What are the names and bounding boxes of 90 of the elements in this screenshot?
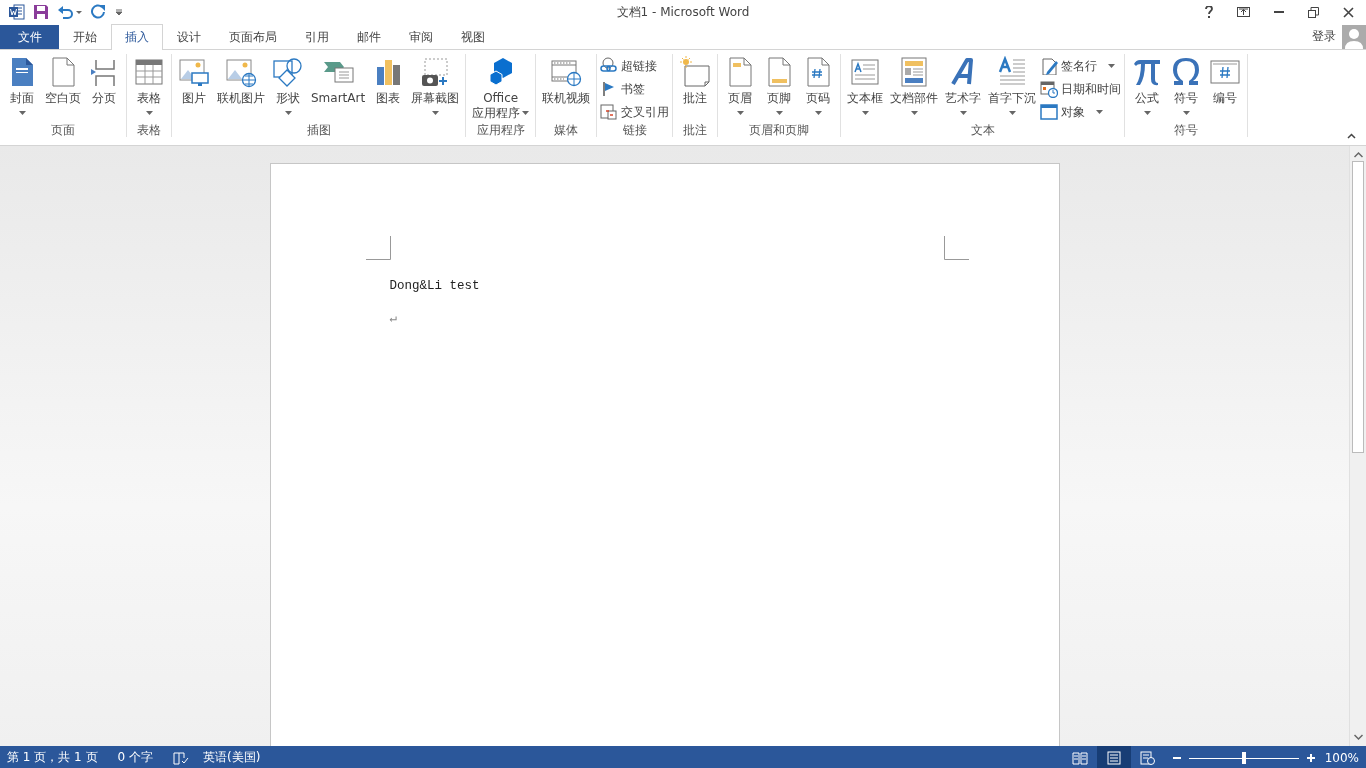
group-label: 应用程序 — [475, 123, 526, 137]
ribbon-tab[interactable]: 邮件 — [343, 25, 395, 49]
ribbon-button[interactable]: 对象 — [1040, 103, 1122, 121]
ribbon-button[interactable]: 联机视频 — [539, 54, 594, 123]
zoom-slider-thumb[interactable] — [1241, 751, 1246, 764]
restore-icon[interactable] — [1308, 6, 1319, 18]
word-logo-icon — [9, 4, 25, 20]
undo-icon[interactable] — [57, 4, 83, 20]
ribbon-tab[interactable]: 插入 — [111, 24, 163, 50]
ribbon-button[interactable]: 文本框 — [844, 54, 887, 123]
proofing-icon[interactable] — [173, 750, 189, 765]
ribbon-button[interactable]: 形状 — [269, 54, 307, 123]
view-button[interactable] — [1096, 746, 1131, 768]
group-label: 链接 — [621, 123, 648, 137]
save-icon[interactable] — [33, 4, 49, 20]
group-label: 文本 — [969, 123, 996, 137]
page-count[interactable]: 第 1 页，共 1 页 — [7, 749, 98, 766]
group-label: 插图 — [305, 123, 332, 137]
signature-line-icon — [1040, 57, 1059, 75]
ribbon-button[interactable]: 屏幕截图 — [408, 54, 463, 123]
window-title: 文档1 - Microsoft Word — [616, 5, 750, 19]
ribbon-button[interactable]: Office 应用程序 — [469, 54, 533, 123]
document-text: Dong&Li test — [389, 279, 480, 293]
ribbon-button[interactable]: SmartArt — [308, 54, 369, 123]
ribbon-button[interactable]: 表格 — [130, 54, 168, 123]
link-icon — [600, 57, 619, 75]
text-box-icon — [849, 56, 882, 88]
redo-icon[interactable] — [91, 4, 107, 20]
ribbon-button[interactable]: 封面 — [3, 54, 41, 123]
ribbon-button[interactable]: 艺术字 — [942, 54, 985, 123]
calendar-clock-icon — [1040, 80, 1059, 98]
scroll-thumb[interactable] — [1352, 161, 1364, 453]
ribbon-tab[interactable]: 视图 — [447, 25, 499, 49]
page-layout-icon — [1105, 750, 1122, 765]
ribbon-button[interactable]: 编号 — [1206, 54, 1245, 123]
ribbon-button[interactable]: 空白页 — [42, 54, 84, 123]
ribbon-button[interactable]: 超链接 — [600, 57, 670, 75]
ribbon-button[interactable]: 页眉 — [721, 54, 760, 123]
group-label: 页面 — [50, 123, 76, 137]
ribbon-tab[interactable]: 开始 — [59, 25, 111, 49]
vertical-scrollbar[interactable] — [1349, 146, 1366, 746]
open-book-icon — [1071, 750, 1088, 765]
ribbon-button[interactable]: 分页 — [85, 54, 123, 123]
group-label: 页眉和页脚 — [748, 123, 811, 137]
ribbon-button[interactable]: 首字下沉 — [985, 54, 1040, 123]
online-picture-icon — [225, 56, 257, 88]
shapes-icon — [272, 56, 304, 88]
scroll-up-icon[interactable] — [1353, 151, 1363, 159]
ribbon-button[interactable]: 联机图片 — [214, 54, 268, 123]
customize-toolbar-icon[interactable] — [115, 8, 123, 16]
comment-icon — [679, 56, 712, 88]
ribbon-button[interactable]: 交叉引用 — [600, 103, 670, 121]
word-count[interactable]: 0 个字 — [117, 749, 153, 766]
group-label: 符号 — [1173, 123, 1200, 137]
ribbon-button[interactable]: 批注 — [676, 54, 715, 123]
cross-reference-icon — [600, 103, 619, 121]
ribbon-tab[interactable]: 文件 — [0, 25, 59, 49]
group-label: 表格 — [136, 123, 162, 137]
ribbon-button[interactable]: 书签 — [600, 80, 670, 98]
ribbon-button[interactable]: 页脚 — [760, 54, 799, 123]
zoom-in-icon[interactable] — [1306, 753, 1315, 762]
ribbon-button[interactable]: 图表 — [369, 54, 408, 123]
ribbon-button[interactable]: 日期和时间 — [1040, 80, 1122, 98]
ribbon-display-options-icon[interactable] — [1237, 7, 1250, 17]
ribbon-button[interactable]: 页码 — [799, 54, 838, 123]
ribbon-button[interactable]: 图片 — [175, 54, 213, 123]
picture-icon — [178, 56, 210, 88]
paragraph-mark: ↵ — [389, 311, 398, 326]
ribbon-tab[interactable]: 设计 — [163, 25, 215, 49]
scroll-down-icon[interactable] — [1353, 733, 1363, 741]
group-label: 批注 — [682, 123, 709, 137]
margin-corner-mark — [365, 236, 391, 260]
ribbon-button[interactable]: 公式 — [1128, 54, 1167, 123]
group-label: 媒体 — [553, 123, 580, 137]
web-layout-icon — [1139, 750, 1156, 765]
ribbon-button[interactable]: 文档部件 — [887, 54, 942, 123]
language-indicator[interactable]: 英语(美国) — [203, 749, 261, 766]
ribbon-tab[interactable]: 页面布局 — [215, 25, 291, 49]
zoom-level[interactable]: 100% — [1324, 750, 1359, 765]
ribbon-tab[interactable]: 审阅 — [395, 25, 447, 49]
ribbon-button[interactable]: 签名行 — [1040, 57, 1122, 75]
sign-in-link[interactable]: 登录 — [1312, 28, 1336, 45]
margin-corner-mark — [943, 236, 969, 260]
ribbon-tab[interactable]: 引用 — [291, 25, 343, 49]
window-icon — [1040, 103, 1059, 121]
collapse-ribbon-icon[interactable] — [1347, 133, 1356, 139]
help-icon[interactable] — [1205, 6, 1213, 18]
close-icon[interactable] — [1343, 6, 1354, 18]
ribbon-button[interactable]: 符号 — [1167, 54, 1206, 123]
table-icon — [133, 56, 165, 88]
